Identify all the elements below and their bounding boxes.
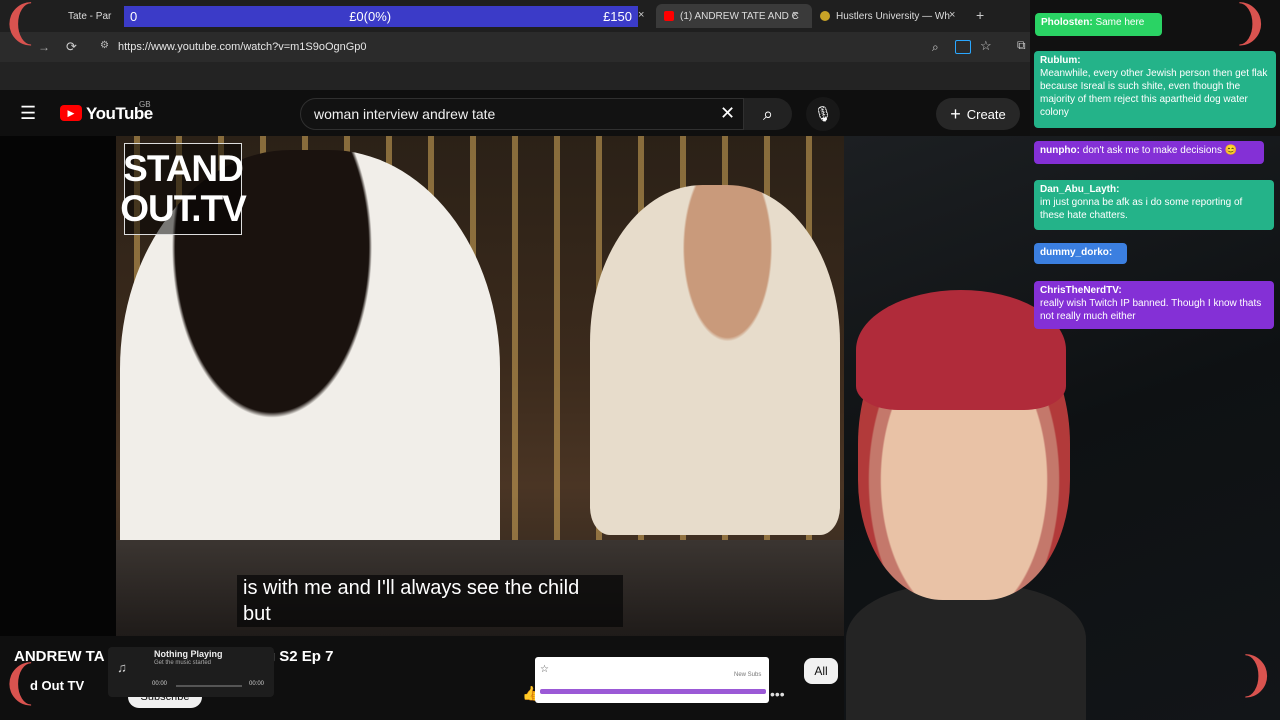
- cast-icon[interactable]: [955, 40, 971, 54]
- url-text: https://www.youtube.com/watch?v=m1S9oOgn…: [118, 41, 367, 53]
- chat-text: really wish Twitch IP banned. Though I k…: [1040, 298, 1262, 322]
- watermark-line2: OUT.TV: [120, 188, 247, 229]
- hustlers-favicon-icon: [820, 11, 830, 21]
- corner-claw-icon: ❩: [1230, 0, 1271, 50]
- mic-icon: 🎙: [813, 106, 833, 123]
- sub-goal-count: 16 / 10: [744, 662, 766, 669]
- music-time-start: 00:00: [152, 681, 168, 687]
- chat-user: Dan_Abu_Layth:: [1040, 184, 1120, 195]
- sub-goal-title: WE ARE CHARLIE KAREOKE: [555, 666, 653, 673]
- youtube-logo-icon[interactable]: ▶: [60, 105, 82, 121]
- chat-user: Pholosten:: [1041, 17, 1093, 28]
- chat-message: Rublum: Meanwhile, every other Jewish pe…: [1034, 51, 1276, 128]
- chat-user: nunpho:: [1040, 145, 1080, 156]
- chat-text: im just gonna be afk as i do some report…: [1040, 197, 1243, 221]
- channel-watermark: STAND OUT.TV: [120, 143, 247, 235]
- chat-text: Meanwhile, every other Jewish person the…: [1040, 68, 1268, 118]
- bookmarks-area: [0, 62, 1030, 90]
- extensions-icon[interactable]: ⧉: [1017, 38, 1026, 53]
- tab-close-icon[interactable]: ×: [949, 9, 955, 21]
- create-button[interactable]: + Create: [936, 98, 1020, 130]
- video-caption: is with me and I'll always see the child…: [237, 575, 623, 627]
- donation-target: £150: [603, 9, 632, 24]
- tab-label: Hustlers University — Wh: [836, 10, 950, 22]
- music-subtitle: Get the music started: [154, 660, 212, 666]
- search-icon: ⌕: [762, 103, 774, 124]
- music-title: Nothing Playing: [154, 649, 223, 659]
- corner-claw-icon: ❨: [0, 657, 41, 710]
- donation-goal-bar: 0 £0(0%) £150: [124, 6, 638, 27]
- youtube-favicon-icon: [664, 11, 674, 21]
- new-tab-button[interactable]: +: [976, 7, 984, 23]
- filter-chip-all[interactable]: All: [804, 658, 838, 684]
- sub-goal-label: New Subs: [734, 672, 762, 678]
- zoom-icon[interactable]: ⌕: [932, 40, 939, 55]
- chat-message: ChrisTheNerdTV: really wish Twitch IP ba…: [1034, 281, 1274, 329]
- caption-line1: is with me and I'll always see the child: [243, 577, 580, 599]
- tab-tate[interactable]: Tate - Par: [60, 4, 120, 28]
- tab-label: Tate - Par: [68, 10, 112, 22]
- sub-goal-progress-bar: [540, 689, 766, 694]
- search-input[interactable]: woman interview andrew tate: [300, 98, 744, 130]
- watermark-line1: STAND: [123, 148, 244, 189]
- donation-current: 0: [130, 9, 138, 24]
- chat-message: Dan_Abu_Layth: im just gonna be afk as i…: [1034, 180, 1274, 230]
- plus-icon: +: [950, 103, 961, 124]
- caption-line2: but: [243, 603, 271, 625]
- music-note-icon: ♫: [117, 660, 127, 675]
- corner-claw-icon: ❩: [1236, 649, 1277, 702]
- region-code: GB: [139, 100, 151, 109]
- page-background: [0, 136, 116, 636]
- music-time-end: 00:00: [249, 681, 265, 687]
- menu-icon[interactable]: ☰: [20, 104, 38, 122]
- corner-claw-icon: ❨: [0, 0, 41, 50]
- chat-message: dummy_dorko:: [1034, 243, 1127, 264]
- search-query: woman interview andrew tate: [314, 106, 496, 122]
- tab-close-icon[interactable]: ×: [638, 9, 644, 21]
- search-button[interactable]: ⌕: [744, 98, 792, 130]
- chat-message: nunpho: don't ask me to make decisions 😊: [1034, 141, 1264, 164]
- site-info-icon[interactable]: ⚙: [100, 40, 109, 51]
- reload-icon[interactable]: ⟳: [66, 39, 77, 55]
- sub-goal-widget: [535, 657, 769, 703]
- chat-text: Same here: [1095, 17, 1145, 28]
- chat-user: dummy_dorko:: [1040, 247, 1113, 258]
- chat-user: ChrisTheNerdTV:: [1040, 285, 1122, 296]
- more-icon[interactable]: •••: [770, 686, 785, 702]
- voice-search-button[interactable]: 🎙: [806, 97, 840, 131]
- tab-hustlers[interactable]: Hustlers University — Wh: [812, 4, 962, 28]
- clear-search-icon[interactable]: ✕: [720, 103, 735, 124]
- chat-text: don't ask me to make decisions 😊: [1082, 145, 1238, 156]
- chat-message: Pholosten: Same here: [1035, 13, 1162, 36]
- create-label: Create: [966, 106, 1006, 122]
- video-person-man: [590, 185, 840, 535]
- streamer-body: [846, 585, 1086, 720]
- address-bar[interactable]: ⚙ https://www.youtube.com/watch?v=m1S9oO…: [92, 37, 1012, 57]
- star-icon[interactable]: ☆: [980, 38, 992, 54]
- tab-andrew-tate[interactable]: (1) ANDREW TATE AND C: [656, 4, 812, 28]
- tab-close-icon[interactable]: ×: [792, 9, 798, 21]
- donation-percent: £0(0%): [349, 9, 392, 24]
- star-badge-icon: ☆: [540, 664, 549, 675]
- music-progress-track: [176, 685, 242, 687]
- chat-user: Rublum:: [1040, 55, 1081, 66]
- tab-label: (1) ANDREW TATE AND C: [680, 10, 799, 22]
